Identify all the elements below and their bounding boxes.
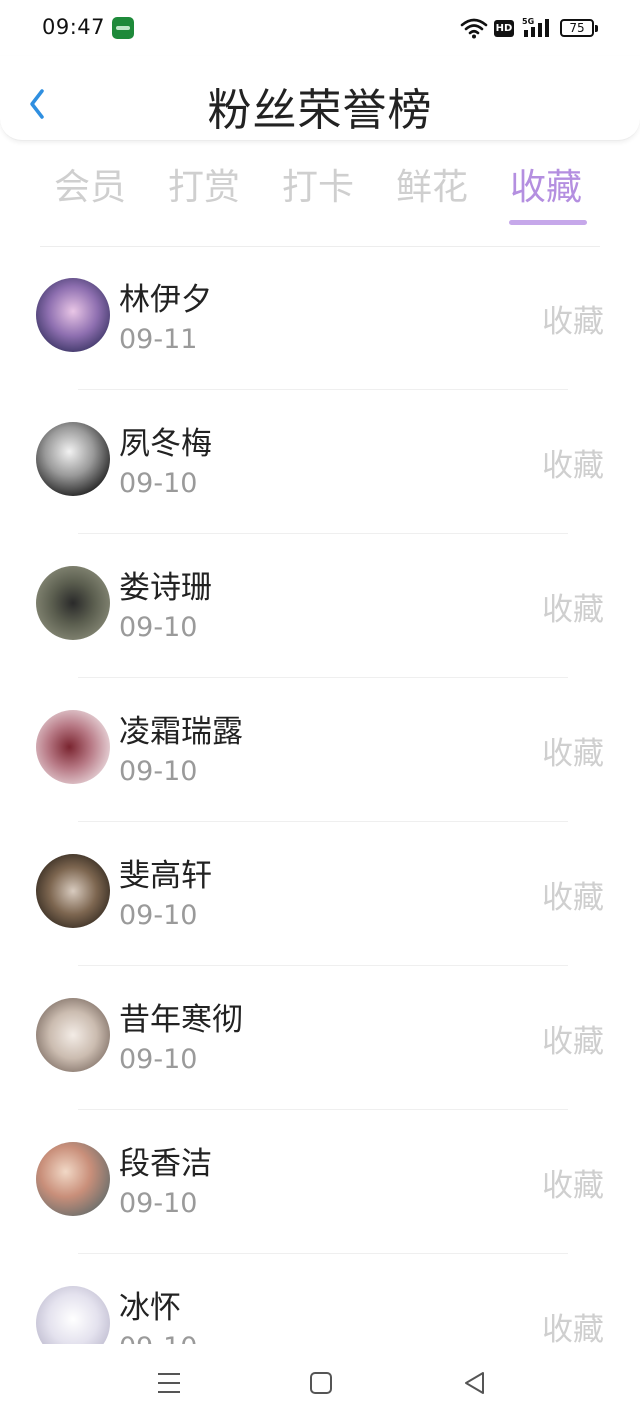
fan-name: 段香洁 [119, 1146, 212, 1182]
avatar [36, 278, 110, 352]
list-item[interactable]: 林伊夕 09-11 收藏 [0, 246, 640, 390]
fan-name: 昔年寒彻 [119, 1002, 243, 1038]
wifi-icon [460, 18, 488, 39]
fan-name: 斐高轩 [119, 858, 212, 894]
fan-date: 09-10 [119, 756, 198, 787]
avatar [36, 566, 110, 640]
avatar [36, 1286, 110, 1344]
tab-reward[interactable]: 打赏 [168, 158, 240, 210]
favorite-label: 收藏 [542, 1024, 604, 1060]
status-time: 09:47 [42, 15, 106, 39]
avatar [36, 422, 110, 496]
list-item[interactable]: 娄诗珊 09-10 收藏 [0, 534, 640, 678]
favorite-label: 收藏 [542, 448, 604, 484]
favorite-label: 收藏 [542, 736, 604, 772]
avatar [36, 854, 110, 928]
list-item[interactable]: 凌霜瑞露 09-10 收藏 [0, 678, 640, 822]
tab-flowers[interactable]: 鲜花 [396, 158, 468, 210]
fan-date: 09-10 [119, 1332, 197, 1344]
fan-name: 夙冬梅 [119, 426, 212, 462]
avatar [36, 710, 110, 784]
svg-text:5G: 5G [522, 17, 534, 26]
header-bar: 粉丝荣誉榜 [0, 56, 640, 141]
avatar [36, 1142, 110, 1216]
fan-list: 林伊夕 09-11 收藏 夙冬梅 09-10 收藏 娄诗珊 09-10 收藏 凌… [0, 246, 640, 1344]
fan-name: 凌霜瑞露 [119, 714, 243, 750]
fan-date: 09-10 [119, 900, 198, 931]
active-tab-indicator [509, 220, 587, 225]
fan-date: 09-10 [119, 1188, 198, 1219]
fan-name: 冰怀 [119, 1290, 181, 1326]
tab-member[interactable]: 会员 [54, 158, 126, 210]
list-item[interactable]: 段香洁 09-10 收藏 [0, 1110, 640, 1254]
list-item[interactable]: 昔年寒彻 09-10 收藏 [0, 966, 640, 1110]
home-square-icon[interactable] [306, 1368, 336, 1398]
tab-checkin[interactable]: 打卡 [282, 158, 354, 210]
battery-icon: 75 [560, 19, 598, 37]
signal-5g-icon: 5G [522, 17, 549, 37]
fan-date: 09-10 [119, 1044, 198, 1075]
favorite-label: 收藏 [542, 1312, 604, 1344]
page-title: 粉丝荣誉榜 [207, 85, 433, 136]
tab-favorites[interactable]: 收藏 [510, 158, 582, 210]
menu-icon[interactable] [154, 1368, 184, 1398]
fan-name: 林伊夕 [119, 282, 212, 318]
list-item[interactable]: 冰怀 09-10 收藏 [0, 1254, 640, 1344]
favorite-label: 收藏 [542, 1168, 604, 1204]
list-item[interactable]: 夙冬梅 09-10 收藏 [0, 390, 640, 534]
tab-bar: 会员 打赏 打卡 鲜花 收藏 [0, 158, 640, 228]
status-bar: 09:47 HD 5G 75 [0, 0, 640, 56]
avatar [36, 998, 110, 1072]
app-notification-icon [112, 17, 134, 39]
fan-date: 09-11 [119, 324, 198, 355]
favorite-label: 收藏 [542, 304, 604, 340]
back-triangle-icon[interactable] [460, 1368, 490, 1398]
fan-date: 09-10 [119, 468, 198, 499]
hd-icon: HD [494, 20, 514, 37]
fan-date: 09-10 [119, 612, 198, 643]
fan-name: 娄诗珊 [119, 570, 212, 606]
list-item[interactable]: 斐高轩 09-10 收藏 [0, 822, 640, 966]
system-nav-bar [0, 1344, 640, 1422]
favorite-label: 收藏 [542, 592, 604, 628]
favorite-label: 收藏 [542, 880, 604, 916]
